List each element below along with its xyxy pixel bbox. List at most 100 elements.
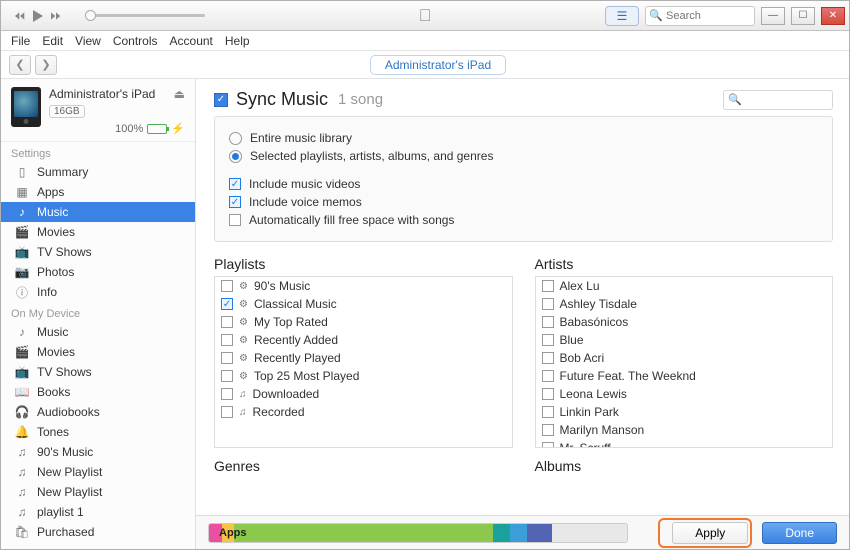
playlist-row[interactable]: ✓⚙Classical Music [215, 295, 512, 313]
artist-row[interactable]: Mr. Scruff [536, 439, 833, 448]
sidebar-item-apps[interactable]: ▦Apps [1, 182, 195, 202]
artist-row[interactable]: Blue [536, 331, 833, 349]
sidebar-item-tv-shows[interactable]: 📺TV Shows [1, 362, 195, 382]
playlist-row[interactable]: ♫Downloaded [215, 385, 512, 403]
device-pill[interactable]: Administrator's iPad [370, 55, 506, 75]
playlist-checkbox[interactable] [221, 280, 233, 292]
sidebar-item-books[interactable]: 📖Books [1, 382, 195, 402]
menubar: File Edit View Controls Account Help [1, 31, 849, 51]
tv-icon: 📺 [15, 245, 29, 259]
checkbox-include-memos[interactable]: ✓ [229, 196, 241, 208]
content-search-input[interactable] [723, 90, 833, 110]
artist-checkbox[interactable] [542, 406, 554, 418]
checkbox-include-videos[interactable]: ✓ [229, 178, 241, 190]
music-icon: ♪ [15, 205, 29, 219]
menu-help[interactable]: Help [225, 34, 250, 48]
playlist-checkbox[interactable] [221, 334, 233, 346]
sidebar-item-new-playlist[interactable]: ♫New Playlist [1, 462, 195, 482]
artist-checkbox[interactable] [542, 370, 554, 382]
back-button[interactable]: ❮ [9, 55, 31, 75]
artist-checkbox[interactable] [542, 316, 554, 328]
sidebar-item-movies[interactable]: 🎬Movies [1, 342, 195, 362]
sidebar-item-purchased[interactable]: 🛍Purchased [1, 522, 195, 542]
artist-checkbox[interactable] [542, 424, 554, 436]
radio-entire-library[interactable] [229, 132, 242, 145]
artist-row[interactable]: Alex Lu [536, 277, 833, 295]
artist-row[interactable]: Marilyn Manson [536, 421, 833, 439]
artists-listbox[interactable]: Alex LuAshley TisdaleBabasónicosBlueBob … [535, 276, 834, 448]
sidebar-item-music[interactable]: ♪Music [1, 322, 195, 342]
window-minimize-button[interactable]: — [761, 7, 785, 25]
menu-file[interactable]: File [11, 34, 30, 48]
playlist-label: Top 25 Most Played [254, 369, 359, 383]
playlist-checkbox[interactable] [221, 352, 233, 364]
playlist-row[interactable]: ⚙Top 25 Most Played [215, 367, 512, 385]
playlist-row[interactable]: ⚙Recently Played [215, 349, 512, 367]
sidebar-item-audiobooks[interactable]: 🎧Audiobooks [1, 402, 195, 422]
artist-checkbox[interactable] [542, 334, 554, 346]
sidebar-item-movies[interactable]: 🎬Movies [1, 222, 195, 242]
header-row: ❮ ❯ Administrator's iPad [1, 51, 849, 79]
window-maximize-button[interactable]: ☐ [791, 7, 815, 25]
bag-icon: 🛍 [15, 525, 29, 539]
artists-title: Artists [535, 256, 834, 272]
playlist-checkbox[interactable] [221, 406, 233, 418]
menu-controls[interactable]: Controls [113, 34, 158, 48]
checkbox-autofill[interactable] [229, 214, 241, 226]
playlist-checkbox[interactable]: ✓ [221, 298, 233, 310]
playlist-row[interactable]: ⚙90's Music [215, 277, 512, 295]
radio-selected-playlists[interactable] [229, 150, 242, 163]
menu-view[interactable]: View [75, 34, 101, 48]
artist-row[interactable]: Ashley Tisdale [536, 295, 833, 313]
artist-row[interactable]: Bob Acri [536, 349, 833, 367]
sidebar-item-new-playlist[interactable]: ♫New Playlist [1, 482, 195, 502]
sidebar-item-tones[interactable]: 🔔Tones [1, 422, 195, 442]
play-button[interactable] [33, 11, 43, 21]
forward-button[interactable]: ❯ [35, 55, 57, 75]
done-button[interactable]: Done [762, 522, 837, 544]
playlist-checkbox[interactable] [221, 316, 233, 328]
playlist-label: Recently Added [254, 333, 338, 347]
global-search-input[interactable] [645, 6, 755, 26]
radio-entire-library-label: Entire music library [250, 131, 352, 145]
sidebar-item-tv-shows[interactable]: 📺TV Shows [1, 242, 195, 262]
playlist-checkbox[interactable] [221, 370, 233, 382]
apply-button[interactable]: Apply [672, 522, 748, 544]
playlist-row[interactable]: ⚙My Top Rated [215, 313, 512, 331]
playlist-label: Recently Played [254, 351, 341, 365]
menu-account[interactable]: Account [170, 34, 213, 48]
artist-row[interactable]: Babasónicos [536, 313, 833, 331]
sidebar-item-label: TV Shows [37, 365, 92, 379]
artist-label: Mr. Scruff [560, 441, 611, 448]
window-close-button[interactable]: ✕ [821, 7, 845, 25]
sidebar-item-90-s-music[interactable]: ♫90's Music [1, 442, 195, 462]
playlist-checkbox[interactable] [221, 388, 233, 400]
eject-icon[interactable]: ⏏ [174, 87, 185, 101]
artist-checkbox[interactable] [542, 352, 554, 364]
playlist-row[interactable]: ⚙Recently Added [215, 331, 512, 349]
artist-row[interactable]: Leona Lewis [536, 385, 833, 403]
prev-track-button[interactable] [15, 11, 25, 21]
artist-row[interactable]: Linkin Park [536, 403, 833, 421]
sidebar-device-block[interactable]: Administrator's iPad ⏏ 16GB 100% ⚡ [1, 79, 195, 142]
artist-label: Leona Lewis [560, 387, 627, 401]
artist-checkbox[interactable] [542, 280, 554, 292]
playlists-listbox[interactable]: ⚙90's Music✓⚙Classical Music⚙My Top Rate… [214, 276, 513, 448]
sidebar-item-playlist-1[interactable]: ♫playlist 1 [1, 502, 195, 522]
sidebar-item-summary[interactable]: ▯Summary [1, 162, 195, 182]
sidebar-item-info[interactable]: ⓘInfo [1, 282, 195, 302]
sidebar-item-photos[interactable]: 📷Photos [1, 262, 195, 282]
next-track-button[interactable] [51, 11, 61, 21]
sync-music-checkbox[interactable]: ✓ [214, 93, 228, 107]
smart-playlist-icon: ⚙ [239, 317, 248, 328]
volume-slider[interactable] [85, 14, 205, 17]
artist-row[interactable]: Future Feat. The Weeknd [536, 367, 833, 385]
view-toggle-button[interactable]: ☰ [605, 6, 639, 26]
artist-checkbox[interactable] [542, 298, 554, 310]
playlist-row[interactable]: ♫Recorded [215, 403, 512, 421]
sidebar-item-music[interactable]: ♪Music [1, 202, 195, 222]
artist-checkbox[interactable] [542, 442, 554, 448]
artist-checkbox[interactable] [542, 388, 554, 400]
sync-music-title: Sync Music [236, 89, 328, 110]
menu-edit[interactable]: Edit [42, 34, 63, 48]
